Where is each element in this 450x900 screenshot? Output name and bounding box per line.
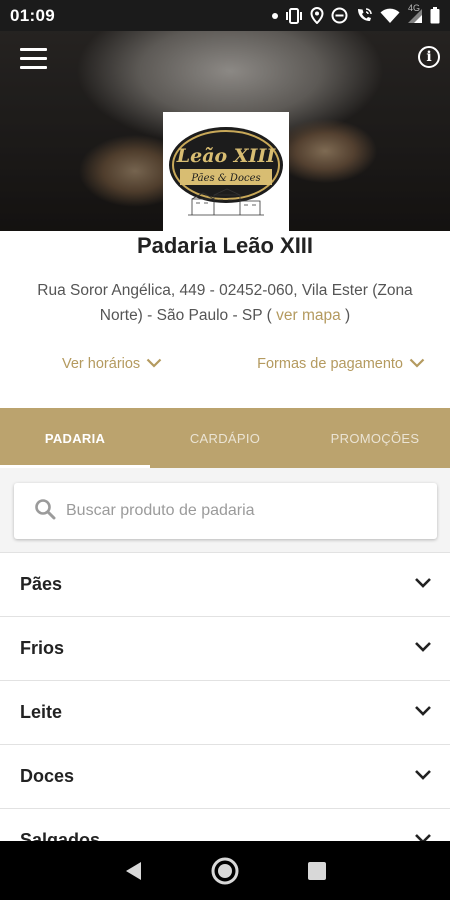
- category-label: Leite: [20, 702, 63, 722]
- chevron-down-icon: [414, 640, 432, 658]
- status-bar: 01:09 4G: [0, 0, 450, 31]
- payment-methods-button[interactable]: Formas de pagamento: [257, 356, 425, 372]
- system-nav-bar: [0, 841, 450, 900]
- category-label: Salgados: [20, 830, 101, 841]
- category-label: Pães: [20, 574, 63, 594]
- view-hours-button[interactable]: Ver horários: [62, 356, 162, 372]
- home-icon[interactable]: [210, 856, 240, 886]
- chevron-down-icon: [414, 832, 432, 841]
- status-icons: 4G: [272, 3, 440, 24]
- chevron-down-icon: [409, 356, 425, 372]
- logo-subtitle: Pães & Doces: [190, 173, 260, 184]
- address-close: ): [345, 307, 351, 324]
- battery-icon: [430, 7, 440, 24]
- store-address: Rua Soror Angélica, 449 - 02452-060, Vil…: [20, 278, 430, 328]
- hamburger-menu-icon[interactable]: [20, 48, 48, 70]
- recents-icon[interactable]: [307, 861, 327, 881]
- wifi-icon: [380, 8, 400, 24]
- category-item-doces[interactable]: Doces: [0, 744, 450, 808]
- chevron-down-icon: [414, 768, 432, 786]
- search-icon: [34, 498, 56, 525]
- dot-icon: [272, 12, 278, 19]
- address-text: Rua Soror Angélica, 449 - 02452-060, Vil…: [37, 282, 413, 324]
- view-map-link[interactable]: ver mapa: [276, 307, 341, 324]
- status-time: 01:09: [10, 5, 55, 25]
- store-info-toggles: Ver horários Formas de pagamento: [0, 356, 450, 376]
- chevron-down-icon: [414, 704, 432, 722]
- section-tabs: PADARIA CARDÁPIO PROMOÇÕES: [0, 408, 450, 468]
- tab-padaria[interactable]: PADARIA: [0, 408, 150, 468]
- location-icon: [310, 7, 324, 24]
- category-list: Pães Frios Leite Doces Salgados: [0, 552, 450, 841]
- view-hours-label: Ver horários: [62, 356, 141, 372]
- category-label: Doces: [20, 766, 75, 786]
- search-bar: [14, 483, 437, 539]
- tab-promocoes[interactable]: PROMOÇÕES: [300, 408, 450, 468]
- wifi-calling-icon: [355, 7, 373, 24]
- category-item-leite[interactable]: Leite: [0, 680, 450, 744]
- info-icon[interactable]: i: [418, 46, 440, 68]
- network-type-label: 4G: [408, 2, 421, 13]
- logo-title: Leão XIII: [176, 145, 277, 167]
- payment-methods-label: Formas de pagamento: [257, 356, 403, 372]
- chevron-down-icon: [146, 356, 162, 372]
- do-not-disturb-icon: [331, 7, 348, 24]
- category-label: Frios: [20, 638, 65, 658]
- vibrate-icon: [285, 7, 303, 24]
- category-item-frios[interactable]: Frios: [0, 616, 450, 680]
- chevron-down-icon: [414, 576, 432, 594]
- padaria-content: Pães Frios Leite Doces Salgados: [0, 468, 450, 841]
- tab-cardapio[interactable]: CARDÁPIO: [150, 408, 300, 468]
- signal-icon: 4G: [407, 3, 423, 24]
- store-name: Padaria Leão XIII: [136, 233, 314, 258]
- store-logo: Leão XIII Pães & Doces: [163, 112, 289, 231]
- category-item-salgados[interactable]: Salgados: [0, 808, 450, 841]
- category-item-paes[interactable]: Pães: [0, 552, 450, 616]
- search-input[interactable]: [66, 502, 406, 520]
- back-icon[interactable]: [123, 860, 143, 882]
